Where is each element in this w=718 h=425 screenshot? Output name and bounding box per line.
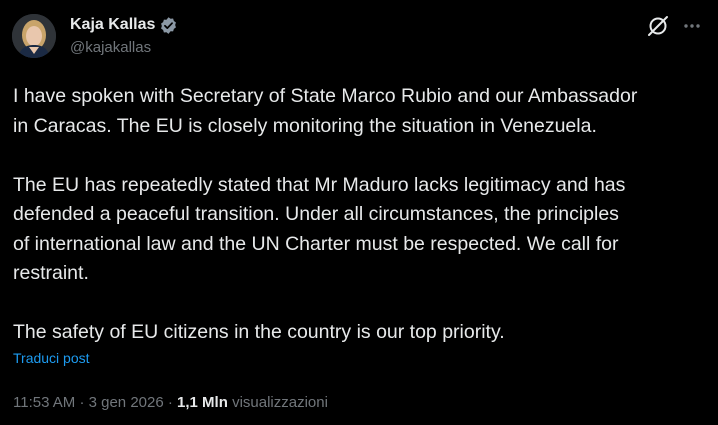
post-time[interactable]: 11:53 AM (13, 394, 75, 411)
post-paragraph: The safety of EU citizens in the country… (13, 321, 505, 343)
meta-separator: · (79, 394, 85, 411)
author-display-name[interactable]: Kaja Kallas (70, 15, 155, 35)
post-meta: 11:53 AM · 3 gen 2026 · 1,1 Mln visualiz… (13, 393, 328, 413)
post-date[interactable]: 3 gen 2026 (89, 394, 164, 411)
translate-post-link[interactable]: Traduci post (13, 349, 90, 367)
post-text: I have spoken with Secretary of State Ma… (13, 82, 713, 348)
more-icon[interactable] (680, 14, 704, 38)
post-paragraph: I have spoken with Secretary of State Ma… (13, 85, 638, 137)
name-row: Kaja Kallas (70, 14, 178, 36)
author-handle[interactable]: @kajakallas (70, 38, 178, 58)
meta-separator: · (167, 394, 173, 411)
post-paragraph: The EU has repeatedly stated that Mr Mad… (13, 173, 626, 285)
author-block: Kaja Kallas @kajakallas (70, 14, 178, 58)
views-count[interactable]: 1,1 Mln (177, 394, 228, 411)
views-label[interactable]: visualizzazioni (232, 394, 328, 411)
post-card: Kaja Kallas @kajakallas I have spoken wi… (0, 0, 718, 425)
avatar-image (12, 14, 56, 58)
verified-badge-icon[interactable] (159, 16, 178, 35)
avatar[interactable] (12, 14, 56, 58)
grok-icon[interactable] (646, 14, 670, 38)
top-actions (646, 14, 704, 38)
